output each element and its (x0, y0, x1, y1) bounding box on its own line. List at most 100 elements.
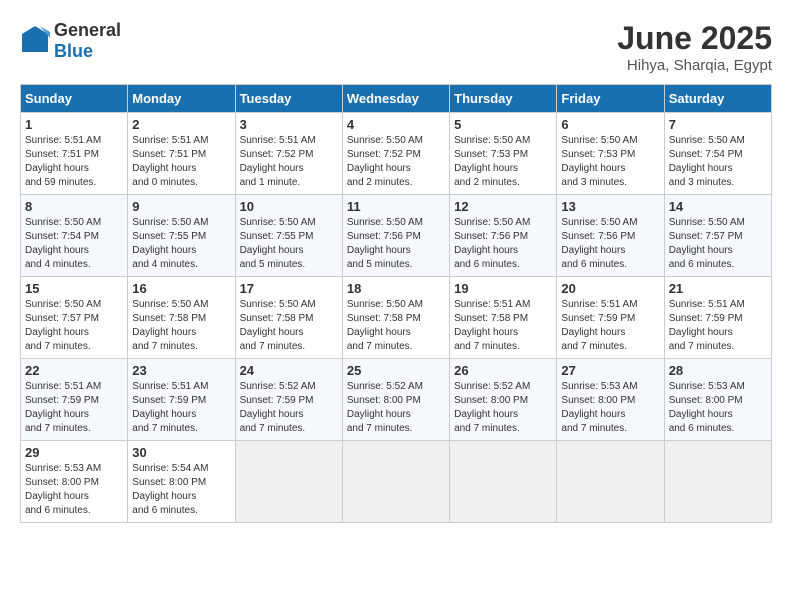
calendar-cell: 11 Sunrise: 5:50 AMSunset: 7:56 PMDayligh… (342, 195, 449, 277)
day-number: 21 (669, 281, 767, 296)
day-info: Sunrise: 5:50 AMSunset: 7:54 PMDaylight … (669, 134, 767, 190)
day-number: 11 (347, 199, 445, 214)
calendar-cell (664, 441, 771, 523)
calendar-cell: 23 Sunrise: 5:51 AMSunset: 7:59 PMDayligh… (128, 359, 235, 441)
day-number: 10 (240, 199, 338, 214)
day-info: Sunrise: 5:51 AMSunset: 7:58 PMDaylight … (454, 298, 552, 354)
day-number: 28 (669, 363, 767, 378)
day-number: 1 (25, 117, 123, 132)
day-info: Sunrise: 5:50 AMSunset: 7:56 PMDaylight … (454, 216, 552, 272)
day-number: 6 (561, 117, 659, 132)
day-number: 29 (25, 445, 123, 460)
weekday-header-row: SundayMondayTuesdayWednesdayThursdayFrid… (21, 85, 772, 113)
logo-icon (20, 24, 50, 59)
title-area: June 2025 Hihya, Sharqia, Egypt (617, 20, 772, 74)
day-number: 24 (240, 363, 338, 378)
calendar-cell: 26Sunrise: 5:52 AMSunset: 8:00 PMDayligh… (450, 359, 557, 441)
day-info: Sunrise: 5:54 AMSunset: 8:00 PMDaylight … (132, 462, 230, 518)
logo-general: General (54, 20, 121, 40)
day-number: 4 (347, 117, 445, 132)
day-info: Sunrise: 5:53 AMSunset: 8:00 PMDaylight … (25, 462, 123, 518)
calendar-cell: 20 Sunrise: 5:51 AMSunset: 7:59 PMDayligh… (557, 277, 664, 359)
day-number: 2 (132, 117, 230, 132)
day-number: 26 (454, 363, 552, 378)
month-title: June 2025 (617, 20, 772, 57)
calendar-cell: 19 Sunrise: 5:51 AMSunset: 7:58 PMDayligh… (450, 277, 557, 359)
calendar-cell: 21 Sunrise: 5:51 AMSunset: 7:59 PMDayligh… (664, 277, 771, 359)
calendar-cell: 27 Sunrise: 5:53 AMSunset: 8:00 PMDayligh… (557, 359, 664, 441)
day-number: 5 (454, 117, 552, 132)
logo: General Blue (20, 20, 121, 62)
weekday-header: Thursday (450, 85, 557, 113)
calendar-cell (235, 441, 342, 523)
calendar-cell: 6 Sunrise: 5:50 AMSunset: 7:53 PMDaylight… (557, 113, 664, 195)
day-info: Sunrise: 5:50 AMSunset: 7:53 PMDaylight … (561, 134, 659, 190)
day-info: Sunrise: 5:50 AMSunset: 7:57 PMDaylight … (25, 298, 123, 354)
page-header: General Blue June 2025 Hihya, Sharqia, E… (20, 20, 772, 74)
day-info: Sunrise: 5:50 AMSunset: 7:55 PMDaylight … (132, 216, 230, 272)
day-info: Sunrise: 5:51 AMSunset: 7:59 PMDaylight … (669, 298, 767, 354)
calendar-week-row: 29 Sunrise: 5:53 AMSunset: 8:00 PMDayligh… (21, 441, 772, 523)
day-number: 22 (25, 363, 123, 378)
calendar-cell (342, 441, 449, 523)
day-info: Sunrise: 5:53 AMSunset: 8:00 PMDaylight … (561, 380, 659, 436)
day-number: 12 (454, 199, 552, 214)
calendar-cell: 25 Sunrise: 5:52 AMSunset: 8:00 PMDayligh… (342, 359, 449, 441)
weekday-header: Monday (128, 85, 235, 113)
day-info: Sunrise: 5:50 AMSunset: 7:56 PMDaylight … (347, 216, 445, 272)
calendar-cell: 7 Sunrise: 5:50 AMSunset: 7:54 PMDaylight… (664, 113, 771, 195)
weekday-header: Friday (557, 85, 664, 113)
day-number: 15 (25, 281, 123, 296)
day-number: 3 (240, 117, 338, 132)
day-number: 23 (132, 363, 230, 378)
day-number: 8 (25, 199, 123, 214)
day-info: Sunrise: 5:51 AMSunset: 7:52 PMDaylight … (240, 134, 338, 190)
weekday-header: Tuesday (235, 85, 342, 113)
day-info: Sunrise: 5:50 AMSunset: 7:56 PMDaylight … (561, 216, 659, 272)
day-info: Sunrise: 5:51 AMSunset: 7:59 PMDaylight … (561, 298, 659, 354)
calendar-cell: 16Sunrise: 5:50 AMSunset: 7:58 PMDayligh… (128, 277, 235, 359)
day-info: Sunrise: 5:50 AMSunset: 7:53 PMDaylight … (454, 134, 552, 190)
calendar-cell: 30 Sunrise: 5:54 AMSunset: 8:00 PMDayligh… (128, 441, 235, 523)
day-number: 20 (561, 281, 659, 296)
day-info: Sunrise: 5:50 AMSunset: 7:58 PMDaylight … (240, 298, 338, 354)
day-number: 25 (347, 363, 445, 378)
calendar-week-row: 15 Sunrise: 5:50 AMSunset: 7:57 PMDayligh… (21, 277, 772, 359)
day-number: 18 (347, 281, 445, 296)
day-info: Sunrise: 5:52 AMSunset: 8:00 PMDaylight … (347, 380, 445, 436)
calendar-cell: 1 Sunrise: 5:51 AMSunset: 7:51 PMDaylight… (21, 113, 128, 195)
calendar-cell: 28 Sunrise: 5:53 AMSunset: 8:00 PMDayligh… (664, 359, 771, 441)
calendar-cell: 18 Sunrise: 5:50 AMSunset: 7:58 PMDayligh… (342, 277, 449, 359)
calendar-cell: 5 Sunrise: 5:50 AMSunset: 7:53 PMDaylight… (450, 113, 557, 195)
calendar-week-row: 8 Sunrise: 5:50 AMSunset: 7:54 PMDaylight… (21, 195, 772, 277)
calendar-cell: 14Sunrise: 5:50 AMSunset: 7:57 PMDayligh… (664, 195, 771, 277)
day-number: 9 (132, 199, 230, 214)
day-number: 7 (669, 117, 767, 132)
day-number: 30 (132, 445, 230, 460)
calendar-cell: 29 Sunrise: 5:53 AMSunset: 8:00 PMDayligh… (21, 441, 128, 523)
calendar-cell: 22 Sunrise: 5:51 AMSunset: 7:59 PMDayligh… (21, 359, 128, 441)
weekday-header: Wednesday (342, 85, 449, 113)
day-info: Sunrise: 5:53 AMSunset: 8:00 PMDaylight … (669, 380, 767, 436)
day-number: 13 (561, 199, 659, 214)
day-info: Sunrise: 5:50 AMSunset: 7:54 PMDaylight … (25, 216, 123, 272)
location-subtitle: Hihya, Sharqia, Egypt (617, 57, 772, 74)
calendar-week-row: 22 Sunrise: 5:51 AMSunset: 7:59 PMDayligh… (21, 359, 772, 441)
day-info: Sunrise: 5:51 AMSunset: 7:59 PMDaylight … (132, 380, 230, 436)
day-info: Sunrise: 5:50 AMSunset: 7:55 PMDaylight … (240, 216, 338, 272)
calendar-cell (450, 441, 557, 523)
weekday-header: Sunday (21, 85, 128, 113)
day-number: 19 (454, 281, 552, 296)
calendar-cell: 3 Sunrise: 5:51 AMSunset: 7:52 PMDaylight… (235, 113, 342, 195)
calendar-cell: 13 Sunrise: 5:50 AMSunset: 7:56 PMDayligh… (557, 195, 664, 277)
day-info: Sunrise: 5:51 AMSunset: 7:51 PMDaylight … (25, 134, 123, 190)
logo-text: General Blue (54, 20, 121, 62)
day-info: Sunrise: 5:50 AMSunset: 7:58 PMDaylight … (347, 298, 445, 354)
calendar-cell: 8 Sunrise: 5:50 AMSunset: 7:54 PMDaylight… (21, 195, 128, 277)
day-number: 27 (561, 363, 659, 378)
day-info: Sunrise: 5:50 AMSunset: 7:52 PMDaylight … (347, 134, 445, 190)
day-info: Sunrise: 5:51 AMSunset: 7:59 PMDaylight … (25, 380, 123, 436)
calendar-week-row: 1 Sunrise: 5:51 AMSunset: 7:51 PMDaylight… (21, 113, 772, 195)
calendar-cell: 15 Sunrise: 5:50 AMSunset: 7:57 PMDayligh… (21, 277, 128, 359)
logo-blue: Blue (54, 41, 93, 61)
